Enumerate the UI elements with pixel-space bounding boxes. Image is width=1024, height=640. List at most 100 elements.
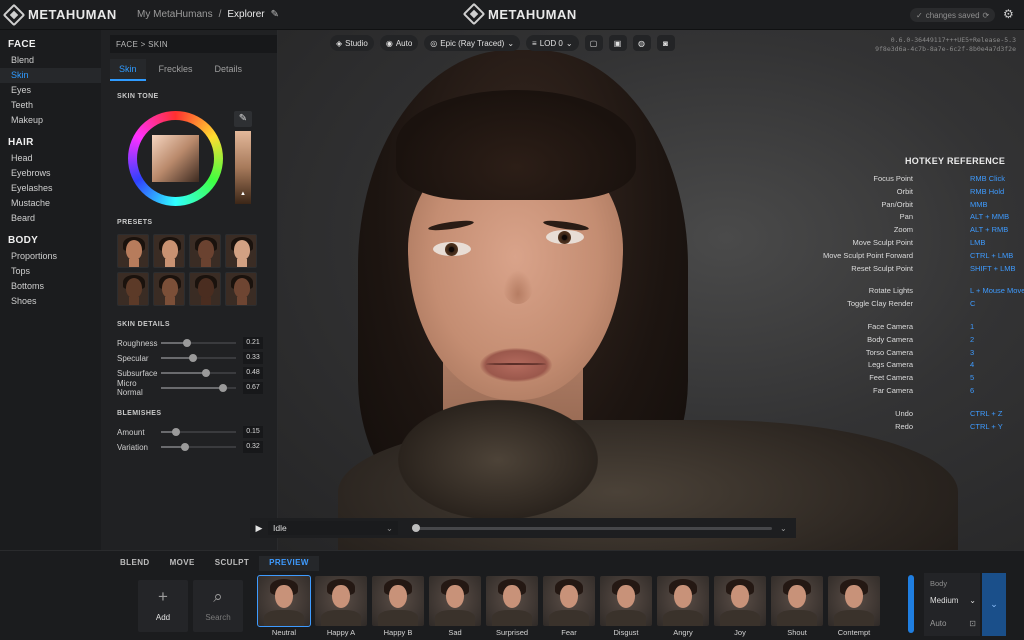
nav-item-beard[interactable]: Beard (0, 211, 101, 226)
slider-thumb[interactable] (181, 443, 189, 451)
expand-chevron-icon[interactable]: ⌄ (982, 573, 1006, 636)
nav-item-eyelashes[interactable]: Eyelashes (0, 181, 101, 196)
timeline-scrubber[interactable] (412, 523, 772, 532)
tab-sculpt[interactable]: SCULPT (205, 556, 259, 571)
skin-preset[interactable] (189, 272, 221, 306)
pose-label: Fear (561, 628, 577, 637)
pose-disgust[interactable]: Disgust (600, 576, 652, 638)
app-logo[interactable]: METAHUMAN (2, 3, 117, 26)
body-value: Medium (930, 596, 959, 605)
tab-blend[interactable]: BLEND (110, 556, 160, 571)
skin-preset[interactable] (117, 234, 149, 268)
lod-dropdown[interactable]: ≡ LOD 0 ⌄ (526, 35, 579, 51)
animation-dropdown[interactable]: Idle ⌄ (268, 521, 398, 535)
slider-thumb[interactable] (189, 354, 198, 362)
slider-value[interactable]: 0.33 (243, 352, 263, 364)
slider-value[interactable]: 0.32 (243, 441, 263, 453)
nav-section-title: BODY (8, 235, 39, 246)
auto-toggle[interactable]: Auto ⊡ (930, 619, 976, 628)
slider-track[interactable] (161, 384, 236, 392)
nav-item-bottoms[interactable]: Bottoms (0, 279, 101, 294)
pose-fear[interactable]: Fear (543, 576, 595, 638)
nav-item-skin[interactable]: Skin (0, 68, 101, 83)
render-icon[interactable]: ▣ (608, 35, 627, 51)
skin-preset[interactable] (225, 272, 257, 306)
slider-track[interactable] (161, 339, 236, 347)
pose-joy[interactable]: Joy (714, 576, 766, 638)
nav-item-makeup[interactable]: Makeup (0, 113, 101, 128)
3d-viewport[interactable]: ◈ Studio ◉ Auto ◎ Epic (Ray Traced) ⌄ ≡ LOD 0… (278, 30, 1024, 550)
pose-contempt[interactable]: Contempt (828, 576, 880, 638)
chevron-down-icon[interactable]: ⌄ (780, 524, 787, 533)
hotkey-action: Far Camera (872, 386, 913, 395)
tab-skin[interactable]: Skin (110, 59, 146, 81)
slider-track[interactable] (161, 443, 236, 451)
slider-thumb[interactable] (183, 339, 192, 347)
tab-details[interactable]: Details (206, 59, 252, 81)
pose-body (492, 610, 532, 626)
tab-move[interactable]: MOVE (160, 556, 205, 571)
pencil-icon[interactable]: ✎ (271, 9, 279, 20)
pose-surprised[interactable]: Surprised (486, 576, 538, 638)
auto-icon: ◉ (385, 38, 393, 48)
body-dropdown[interactable]: Medium ⌄ (930, 596, 976, 605)
skin-preset[interactable] (153, 272, 185, 306)
tab-preview[interactable]: PREVIEW (259, 556, 319, 571)
nav-item-eyes[interactable]: Eyes (0, 83, 101, 98)
color-picker-square[interactable] (152, 135, 199, 182)
skin-preset[interactable] (225, 234, 257, 268)
nav-item-blend[interactable]: Blend (0, 53, 101, 68)
skin-preset[interactable] (189, 234, 221, 268)
hotkey-key: LMB (970, 238, 986, 247)
tab-freckles[interactable]: Freckles (150, 59, 202, 81)
nav-item-tops[interactable]: Tops (0, 264, 101, 279)
nav-item-shoes[interactable]: Shoes (0, 294, 101, 309)
breadcrumb-my-metahumans[interactable]: My MetaHumans (137, 9, 213, 20)
slider-track[interactable] (161, 428, 236, 436)
slider-track[interactable] (161, 354, 236, 362)
clay-icon[interactable]: ◍ (632, 35, 651, 51)
scrubber-handle[interactable] (412, 523, 420, 532)
nav-item-eyebrows[interactable]: Eyebrows (0, 166, 101, 181)
save-status-text: changes saved (925, 10, 980, 20)
slider-value[interactable]: 0.67 (243, 382, 263, 394)
skin-preset[interactable] (117, 272, 149, 306)
pose-happy-a[interactable]: Happy A (315, 576, 367, 638)
slider-value[interactable]: 0.21 (243, 337, 263, 349)
nav-item-proportions[interactable]: Proportions (0, 249, 101, 264)
slider-thumb[interactable] (172, 428, 180, 436)
slider-thumb[interactable] (218, 384, 227, 392)
add-button[interactable]: + Add (138, 580, 188, 632)
pose-angry[interactable]: Angry (657, 576, 709, 638)
color-wheel[interactable] (128, 111, 223, 206)
hotkey-action: Reset Sculpt Point (851, 263, 913, 273)
tone-caret-icon[interactable]: ▲ (240, 191, 246, 197)
auto-button[interactable]: ◉ Auto (379, 35, 419, 51)
nav-item-head[interactable]: Head (0, 151, 101, 166)
scroll-indicator[interactable] (908, 575, 914, 633)
hotkey-row: Far Camera 6 (834, 386, 1024, 396)
camera-icon[interactable]: ▢ (584, 35, 603, 51)
play-icon[interactable]: ▶ (250, 523, 268, 534)
metahuman-logo-icon (462, 2, 486, 26)
pose-label: Contempt (837, 628, 871, 637)
slider-track[interactable] (161, 369, 236, 377)
eyedropper-icon[interactable]: ✎ (234, 111, 252, 127)
screenshot-icon[interactable]: ◙ (656, 35, 675, 51)
skin-preset[interactable] (153, 234, 185, 268)
pose-body (321, 610, 361, 626)
studio-button[interactable]: ◈ Studio (330, 35, 374, 51)
nav-item-teeth[interactable]: Teeth (0, 98, 101, 113)
slider-value[interactable]: 0.15 (243, 426, 263, 438)
slider-value[interactable]: 0.48 (243, 367, 263, 379)
pose-shout[interactable]: Shout (771, 576, 823, 638)
pose-sad[interactable]: Sad (429, 576, 481, 638)
pose-happy-b[interactable]: Happy B (372, 576, 424, 638)
pose-neutral[interactable]: Neutral (257, 575, 311, 638)
nav-item-mustache[interactable]: Mustache (0, 196, 101, 211)
search-button[interactable]: ⌕ Search (193, 580, 243, 632)
hotkey-key: RMB Click (970, 174, 1005, 183)
quality-dropdown[interactable]: ◎ Epic (Ray Traced) ⌄ (424, 35, 521, 51)
gear-icon[interactable]: ⚙ (1003, 7, 1014, 21)
slider-thumb[interactable] (202, 369, 210, 377)
